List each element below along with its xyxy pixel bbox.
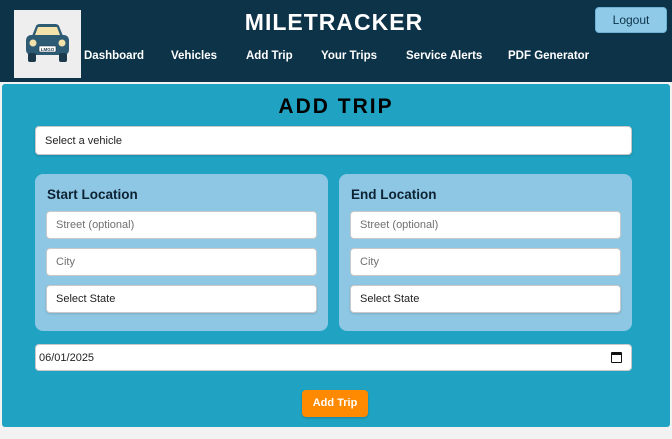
- start-location-heading: Start Location: [47, 187, 138, 202]
- start-location-card: Start Location Street (optional) City Se…: [35, 174, 328, 331]
- nav-pdf-generator[interactable]: PDF Generator: [508, 50, 589, 62]
- start-city-input[interactable]: City: [46, 248, 317, 276]
- end-state-select[interactable]: Select State: [350, 285, 621, 313]
- trip-date-value: 06/01/2025: [39, 352, 95, 364]
- add-trip-panel: ADD TRIP Select a vehicle Start Location…: [2, 84, 670, 427]
- nav-your-trips[interactable]: Your Trips: [321, 50, 377, 62]
- start-street-input[interactable]: Street (optional): [46, 211, 317, 239]
- nav-add-trip[interactable]: Add Trip: [246, 50, 293, 62]
- nav-dashboard[interactable]: Dashboard: [84, 50, 144, 62]
- add-trip-button[interactable]: Add Trip: [302, 390, 368, 417]
- end-city-input[interactable]: City: [350, 248, 621, 276]
- calendar-icon[interactable]: [611, 352, 622, 363]
- logout-button[interactable]: Logout: [595, 7, 667, 33]
- page-title: ADD TRIP: [278, 95, 394, 118]
- start-state-select[interactable]: Select State: [46, 285, 317, 313]
- trip-date-input[interactable]: 06/01/2025: [35, 344, 632, 371]
- app-title: MILETRACKER: [244, 9, 424, 35]
- end-location-heading: End Location: [351, 187, 437, 202]
- nav-vehicles[interactable]: Vehicles: [171, 50, 217, 62]
- end-street-input[interactable]: Street (optional): [350, 211, 621, 239]
- vehicle-select[interactable]: Select a vehicle: [35, 126, 632, 155]
- end-location-card: End Location Street (optional) City Sele…: [339, 174, 632, 331]
- main-nav: Dashboard Vehicles Add Trip Your Trips S…: [0, 50, 672, 66]
- nav-service-alerts[interactable]: Service Alerts: [406, 50, 482, 62]
- top-header: LMGO MILETRACKER Dashboard Vehicles Add …: [0, 0, 672, 82]
